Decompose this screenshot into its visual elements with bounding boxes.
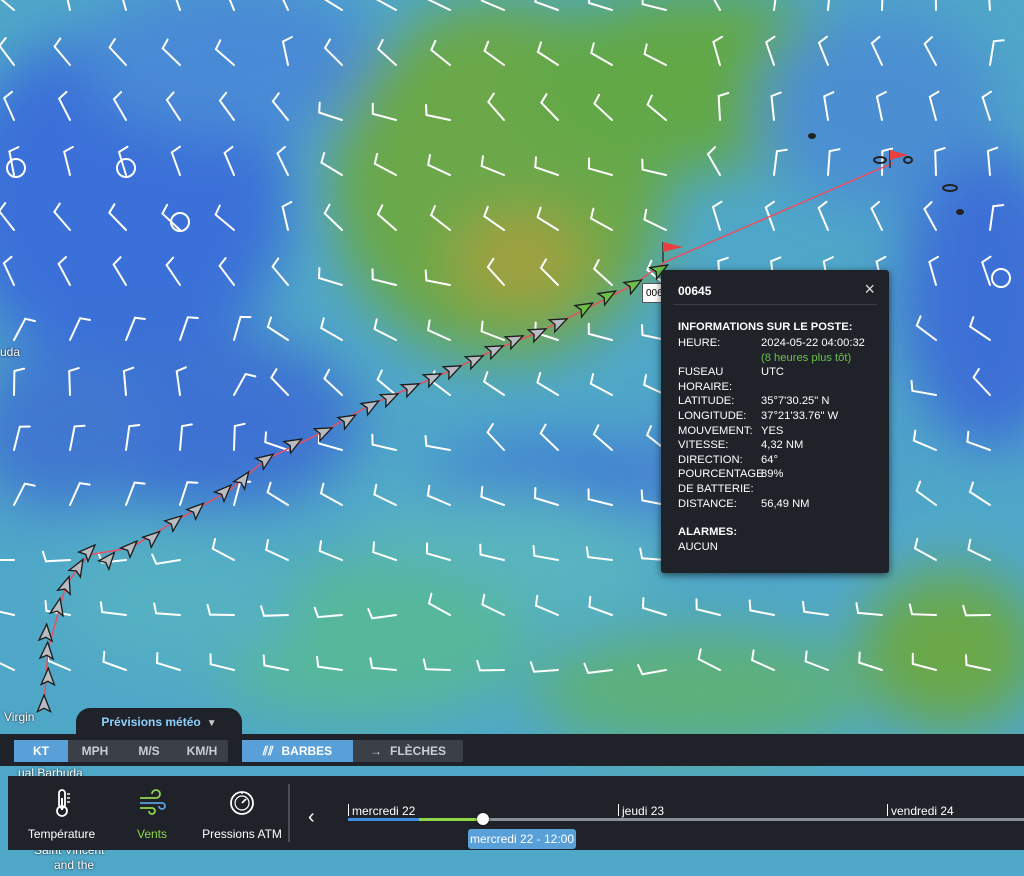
layer-pressure[interactable]: Pressions ATM xyxy=(196,776,288,850)
popup-section-title: INFORMATIONS SUR LE POSTE: xyxy=(678,321,853,333)
close-icon[interactable]: × xyxy=(864,280,875,298)
mode-option-arrows[interactable]: → FLÈCHES xyxy=(353,740,463,762)
alarms-title: ALARMES: xyxy=(678,526,738,538)
info-row: MOUVEMENT: YES xyxy=(678,424,878,439)
info-key: LATITUDE: xyxy=(678,395,735,408)
alarms-value: AUCUN xyxy=(678,541,718,553)
weather-forecast-tab[interactable]: Prévisions météo ▼ xyxy=(76,708,242,736)
popup-title: 00645 xyxy=(678,284,712,298)
info-key: LONGITUDE: xyxy=(678,409,747,422)
day-label: vendredi 24 xyxy=(891,804,954,818)
weather-forecast-label: Prévisions météo xyxy=(101,715,201,729)
popup-info-rows: HEURE: 2024-05-22 04:00:32 (8 heures plus … xyxy=(678,336,878,511)
timeline-slider-handle[interactable] xyxy=(477,813,489,825)
info-value: 37°21'33.76" W xyxy=(761,409,839,422)
forecast-timeline[interactable]: mercredi 22 jeudi 23 vendredi 24 mercred… xyxy=(348,776,1024,850)
mode-label: BARBES xyxy=(281,744,333,758)
layer-divider xyxy=(288,784,290,842)
unit-option-ms[interactable]: M/S xyxy=(122,740,176,762)
unit-option-kt[interactable]: KT xyxy=(14,740,68,762)
unit-selector: KT MPH M/S KM/H xyxy=(14,740,228,762)
info-key: DIRECTION: xyxy=(678,453,743,466)
info-key: POURCENTAGE DE BATTERIE: xyxy=(678,468,764,495)
unit-option-kmh[interactable]: KM/H xyxy=(176,740,228,762)
display-mode-selector: ⫽⫽ BARBES → FLÈCHES xyxy=(242,740,463,762)
layer-label: Vents xyxy=(136,827,168,841)
map-place-label: and the xyxy=(54,858,95,872)
layer-label: Pressions ATM xyxy=(202,827,282,841)
day-tick xyxy=(887,804,888,816)
layer-temperature[interactable]: Température xyxy=(14,776,109,850)
map-place-label: Virgin xyxy=(4,710,35,724)
info-value: UTC xyxy=(761,366,784,379)
track-point-label[interactable]: 006 xyxy=(642,283,662,303)
info-row: LONGITUDE: 37°21'33.76" W xyxy=(678,409,878,424)
day-label: mercredi 22 xyxy=(352,804,416,818)
info-row: DIRECTION: 64° xyxy=(678,453,878,468)
info-row: FUSEAU HORAIRE: UTC xyxy=(678,365,878,394)
info-value: 2024-05-22 04:00:32 xyxy=(761,337,865,349)
popup-divider xyxy=(673,304,877,305)
weather-layer-bar: Température Vents Pressions ATM ‹ mercre… xyxy=(8,776,1024,850)
thermometer-icon xyxy=(55,789,70,817)
info-value: 64° xyxy=(761,453,778,466)
position-info-popup: 00645 × INFORMATIONS SUR LE POSTE: HEURE… xyxy=(661,270,889,573)
chevron-down-icon: ▼ xyxy=(206,718,217,729)
info-key: DISTANCE: xyxy=(678,497,737,510)
map-place-label: uda xyxy=(0,345,21,359)
gauge-icon xyxy=(230,791,254,815)
chevron-left-icon[interactable]: ‹ xyxy=(308,806,315,829)
info-value: 56,49 NM xyxy=(761,497,810,510)
layer-wind[interactable]: Vents xyxy=(115,776,189,850)
info-key: VITESSE: xyxy=(678,439,729,452)
info-key: MOUVEMENT: xyxy=(678,424,753,437)
info-key: FUSEAU HORAIRE: xyxy=(678,366,733,393)
unit-bar: KT MPH M/S KM/H ⫽⫽ BARBES → FLÈCHES xyxy=(0,734,1024,766)
info-value: 89% xyxy=(761,468,784,481)
mode-option-barbs[interactable]: ⫽⫽ BARBES xyxy=(242,740,353,762)
info-row: POURCENTAGE DE BATTERIE: 89% xyxy=(678,467,878,496)
arrow-right-icon: → xyxy=(369,744,382,758)
day-tick xyxy=(348,804,349,816)
info-value: YES xyxy=(761,424,784,437)
info-relative-time: (8 heures plus tôt) xyxy=(761,351,852,364)
info-value: 4,32 NM xyxy=(761,439,804,452)
info-row: LATITUDE: 35°7'30.25" N xyxy=(678,394,878,409)
info-row: VITESSE: 4,32 NM xyxy=(678,438,878,453)
info-row: HEURE: 2024-05-22 04:00:32 (8 heures plus … xyxy=(678,336,878,365)
layer-label: Température xyxy=(27,827,96,841)
info-value: 35°7'30.25" N xyxy=(761,395,830,408)
day-tick xyxy=(618,804,619,816)
day-label: jeudi 23 xyxy=(622,804,665,818)
info-row: DISTANCE: 56,49 NM xyxy=(678,497,878,512)
info-key: HEURE: xyxy=(678,337,721,349)
mode-label: FLÈCHES xyxy=(389,744,446,758)
timeline-past-segment xyxy=(348,818,419,821)
timeline-progress-segment xyxy=(419,818,483,821)
wind-icon xyxy=(140,789,166,815)
timeline-current-label: mercredi 22 - 12:00 xyxy=(468,829,576,849)
barbs-icon: ⫽⫽ xyxy=(262,744,274,758)
unit-option-mph[interactable]: MPH xyxy=(68,740,122,762)
